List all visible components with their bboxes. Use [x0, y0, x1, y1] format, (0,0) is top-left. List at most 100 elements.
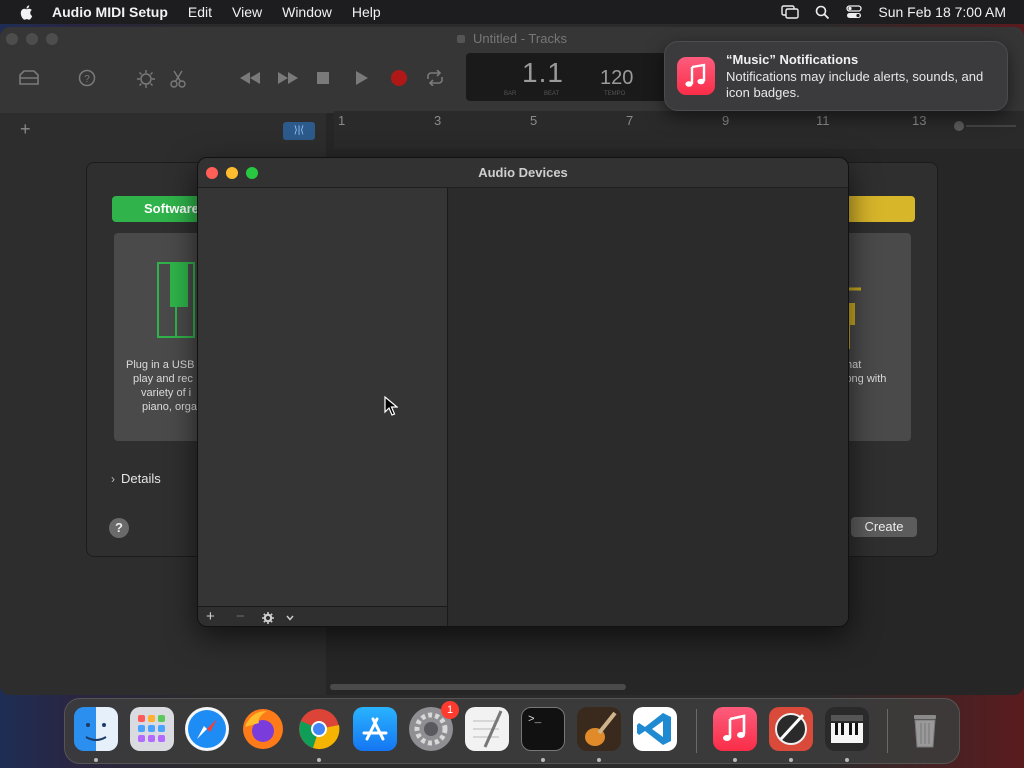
app-store-icon[interactable]: [353, 707, 397, 751]
dock-separator: [696, 709, 697, 753]
document-icon: [457, 35, 466, 43]
garageband-toolbar: ?: [0, 67, 460, 91]
spotlight-search-icon[interactable]: [815, 5, 830, 20]
details-label: Details: [121, 471, 161, 486]
chevron-down-icon[interactable]: [286, 615, 294, 621]
help-button[interactable]: ?: [109, 518, 129, 538]
launchpad-icon[interactable]: [130, 707, 174, 751]
trash-icon[interactable]: [903, 707, 947, 751]
zoom-slider-knob[interactable]: [954, 121, 964, 131]
lcd-label-beat: BEAT: [544, 91, 560, 97]
music-app-icon: [677, 57, 715, 95]
dock: 1 >_: [64, 698, 960, 764]
ruler-number: 5: [530, 113, 538, 128]
app-menu-name[interactable]: Audio MIDI Setup: [52, 4, 168, 20]
create-button[interactable]: Create: [851, 517, 917, 537]
garageband-title-text: Untitled - Tracks: [473, 31, 567, 46]
device-detail-pane: [449, 188, 848, 626]
horizontal-scrollbar[interactable]: [330, 684, 626, 690]
terminal-icon[interactable]: >_: [521, 707, 565, 751]
svg-text:?: ?: [84, 74, 90, 85]
smart-controls-icon[interactable]: [136, 69, 156, 89]
music-note-icon: [685, 63, 706, 87]
menu-window[interactable]: Window: [282, 4, 332, 20]
device-list-toolbar: + −: [198, 606, 448, 626]
mouse-cursor-icon: [384, 396, 398, 416]
finder-icon[interactable]: [74, 707, 118, 751]
notification-title: “Music” Notifications: [726, 52, 859, 67]
menu-bar-status-area: Sun Feb 18 7:00 AM: [781, 0, 1006, 24]
audio-midi-setup-icon[interactable]: [825, 707, 869, 751]
dock-separator: [887, 709, 888, 753]
smart-tempo-marker[interactable]: ⟩|⟨: [283, 122, 315, 140]
stop-icon[interactable]: [316, 71, 330, 85]
remove-device-button[interactable]: −: [236, 608, 245, 625]
notification-body: Notifications may include alerts, sounds…: [726, 69, 984, 100]
instruments-running-indicator: [789, 758, 793, 762]
gear-icon[interactable]: [262, 612, 274, 624]
timeline-ruler[interactable]: 1 3 5 7 9 11 13: [334, 111, 1024, 149]
menu-bar: Audio MIDI Setup Edit View Window Help S…: [0, 0, 1024, 24]
keyboard-icon: [157, 262, 195, 338]
control-center-icon[interactable]: [846, 5, 863, 19]
chrome-icon[interactable]: [297, 707, 341, 751]
audio-midi-setup-running-indicator: [845, 758, 849, 762]
fast-forward-icon[interactable]: [276, 70, 300, 86]
apple-menu-icon[interactable]: [18, 3, 36, 21]
music-icon[interactable]: [713, 707, 757, 751]
lcd-bar-beat: 1.1: [522, 57, 564, 88]
add-device-button[interactable]: +: [206, 608, 215, 625]
menu-help[interactable]: Help: [352, 4, 381, 20]
details-disclosure[interactable]: › Details: [111, 471, 161, 486]
garageband-icon[interactable]: [577, 707, 621, 751]
card-left-line-1: Plug in a USB: [126, 359, 195, 371]
ruler-number: 3: [434, 113, 442, 128]
record-icon[interactable]: [390, 69, 408, 87]
zoom-slider-track[interactable]: [966, 125, 1016, 127]
audio-devices-titlebar[interactable]: Audio Devices: [198, 158, 848, 188]
menu-view[interactable]: View: [232, 4, 262, 20]
menu-edit[interactable]: Edit: [188, 4, 212, 20]
finder-running-indicator: [94, 758, 98, 762]
system-settings-badge: 1: [441, 701, 459, 719]
lcd-tempo: 120: [600, 67, 634, 89]
instruments-icon[interactable]: [769, 707, 813, 751]
quick-help-icon[interactable]: ?: [78, 69, 96, 87]
card-left-line-2: play and rec: [133, 373, 193, 385]
vscode-icon[interactable]: [633, 707, 677, 751]
chrome-running-indicator: [317, 758, 321, 762]
menu-bar-clock[interactable]: Sun Feb 18 7:00 AM: [878, 4, 1006, 20]
screen-mirroring-icon[interactable]: [781, 5, 800, 19]
play-icon[interactable]: [355, 70, 369, 86]
card-left-line-4: piano, orga: [142, 401, 198, 413]
music-notification[interactable]: “Music” Notifications Notifications may …: [664, 41, 1008, 111]
cycle-icon[interactable]: [425, 70, 445, 86]
firefox-icon[interactable]: [241, 707, 285, 751]
music-running-indicator: [733, 758, 737, 762]
library-icon[interactable]: [18, 69, 40, 87]
audio-devices-window: Audio Devices + −: [197, 157, 849, 627]
ruler-number: 9: [722, 113, 730, 128]
terminal-prompt: >_: [528, 714, 542, 726]
audio-devices-title: Audio Devices: [478, 165, 568, 180]
editors-scissors-icon[interactable]: [170, 69, 186, 89]
rewind-icon[interactable]: [238, 70, 262, 86]
garageband-running-indicator: [597, 758, 601, 762]
lcd-label-tempo: TEMPO: [604, 91, 626, 97]
drummer-card[interactable]: that long with: [841, 233, 911, 441]
chevron-right-icon: ›: [111, 472, 115, 486]
lcd-display[interactable]: 1.1 120 BAR BEAT TEMPO: [466, 53, 666, 101]
ruler-number: 1: [338, 113, 346, 128]
device-list[interactable]: [198, 188, 448, 606]
ruler-number: 7: [626, 113, 634, 128]
safari-icon[interactable]: [185, 707, 229, 751]
card-right-line-2: long with: [843, 373, 887, 385]
terminal-running-indicator: [541, 758, 545, 762]
system-settings-icon[interactable]: 1: [409, 701, 459, 751]
ruler-number: 13: [912, 113, 927, 128]
lcd-label-bar: BAR: [504, 91, 517, 97]
add-track-button[interactable]: +: [20, 119, 31, 140]
ruler-number: 11: [816, 113, 830, 128]
textedit-icon[interactable]: [465, 707, 509, 751]
card-left-line-3: variety of i: [141, 387, 192, 399]
